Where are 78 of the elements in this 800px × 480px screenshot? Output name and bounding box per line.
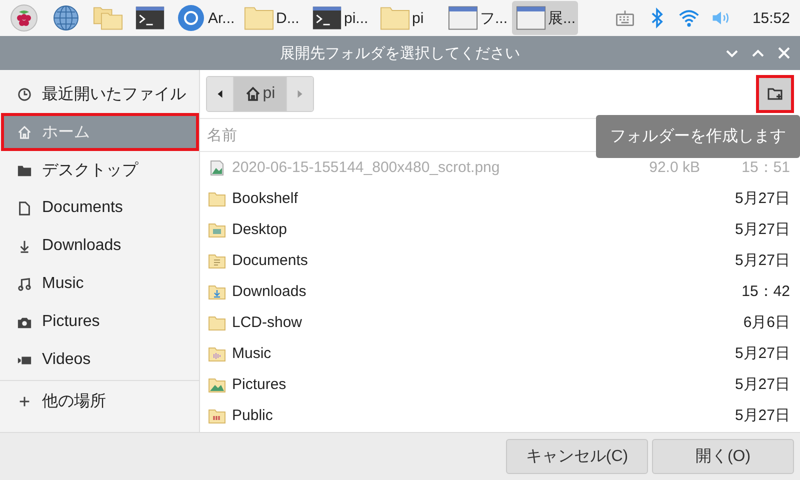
new-folder-icon: [767, 86, 783, 102]
sidebar-item[interactable]: Documents: [1, 189, 199, 227]
dialog-button[interactable]: 開く(O): [652, 439, 794, 474]
modified-date: 5月27日: [734, 251, 790, 270]
dialog-button[interactable]: キャンセル(C): [506, 439, 648, 474]
file-row[interactable]: Public 5月27日: [200, 400, 800, 431]
new-folder-button[interactable]: [756, 75, 794, 113]
modified-date: 5月27日: [734, 344, 790, 363]
file-name: LCD-show: [232, 314, 304, 331]
taskbar-button[interactable]: フ...: [444, 1, 510, 35]
path-button[interactable]: pi: [233, 77, 287, 111]
folder-icon[interactable]: [380, 4, 410, 32]
sidebar-item[interactable]: Pictures: [1, 303, 199, 341]
music-icon: [17, 276, 32, 292]
sidebar-item[interactable]: Downloads: [1, 227, 199, 265]
file-row[interactable]: LCD-show 6月6日: [200, 307, 800, 338]
folder-icon: [208, 284, 226, 300]
chromium-icon[interactable]: [176, 4, 206, 32]
folder-icon: [208, 408, 226, 424]
terminal-icon[interactable]: [312, 4, 342, 32]
window-title: 展開先フォルダを選択してください: [280, 44, 520, 62]
file-name: 2020-06-15-155144_800x480_scrot.png: [232, 159, 501, 176]
folder-icon[interactable]: [244, 4, 274, 32]
file-name: Public: [232, 407, 274, 424]
terminal-icon[interactable]: [135, 4, 165, 32]
window-icon[interactable]: [516, 4, 546, 32]
image-file-icon: [208, 160, 226, 176]
wifi-icon[interactable]: [678, 7, 700, 29]
modified-date: 5月27日: [734, 406, 790, 425]
modified-date: 5月27日: [734, 375, 790, 394]
taskbar-button[interactable]: pi: [376, 1, 442, 35]
file-name: Documents: [232, 252, 309, 269]
folders-icon[interactable]: [93, 4, 123, 32]
modified-date: 5月27日: [734, 220, 790, 239]
clock-icon: [17, 86, 32, 102]
file-name: Pictures: [232, 376, 288, 393]
home-icon: [244, 86, 261, 102]
taskbar-button[interactable]: Ar...: [172, 1, 238, 35]
left-arrow-icon: [217, 89, 223, 99]
document-icon: [17, 200, 32, 216]
file-row[interactable]: Music 5月27日: [200, 338, 800, 369]
file-size: 92.0 kB: [648, 159, 700, 176]
folder-icon: [208, 252, 226, 268]
sidebar-item[interactable]: Music: [1, 265, 199, 303]
file-row[interactable]: Pictures 5月27日: [200, 369, 800, 400]
other-locations-item[interactable]: 他の場所: [1, 382, 199, 420]
sidebar-item[interactable]: デスクトップ: [1, 151, 199, 189]
modified-date: 15：51: [740, 158, 790, 177]
file-name: Bookshelf: [232, 190, 299, 207]
tooltip: フォルダーを作成します: [596, 115, 800, 158]
file-row[interactable]: Documents 5月27日: [200, 245, 800, 276]
raspberry-icon[interactable]: [9, 4, 39, 32]
folder-icon: [208, 314, 226, 330]
folder-icon: [208, 222, 226, 238]
back-arrow-button[interactable]: [207, 77, 233, 111]
folder-icon: [208, 376, 226, 392]
taskbar-button[interactable]: 展...: [512, 1, 578, 35]
modified-date: 5月27日: [734, 189, 790, 208]
file-row[interactable]: Bookshelf 5月27日: [200, 183, 800, 214]
taskbar-button[interactable]: D...: [240, 1, 306, 35]
file-name: Music: [232, 345, 272, 362]
modified-date: 15：42: [740, 282, 790, 301]
sidebar-item[interactable]: Videos: [1, 341, 199, 379]
file-name: Desktop: [232, 221, 288, 238]
sidebar-item[interactable]: 最近開いたファイル: [1, 75, 199, 113]
close-icon[interactable]: [776, 45, 792, 61]
globe-icon[interactable]: [51, 4, 81, 32]
home-icon: [17, 124, 32, 140]
file-row[interactable]: Desktop 5月27日: [200, 214, 800, 245]
file-name: Downloads: [232, 283, 308, 300]
modified-date: 6月6日: [742, 313, 790, 332]
right-arrow-icon: [297, 89, 303, 99]
file-row[interactable]: Downloads 15：42: [200, 276, 800, 307]
folder-icon: [208, 346, 226, 362]
clock: 15:52: [752, 10, 790, 26]
folder-icon: [208, 190, 226, 206]
taskbar-button[interactable]: pi...: [308, 1, 374, 35]
window-icon[interactable]: [448, 4, 478, 32]
